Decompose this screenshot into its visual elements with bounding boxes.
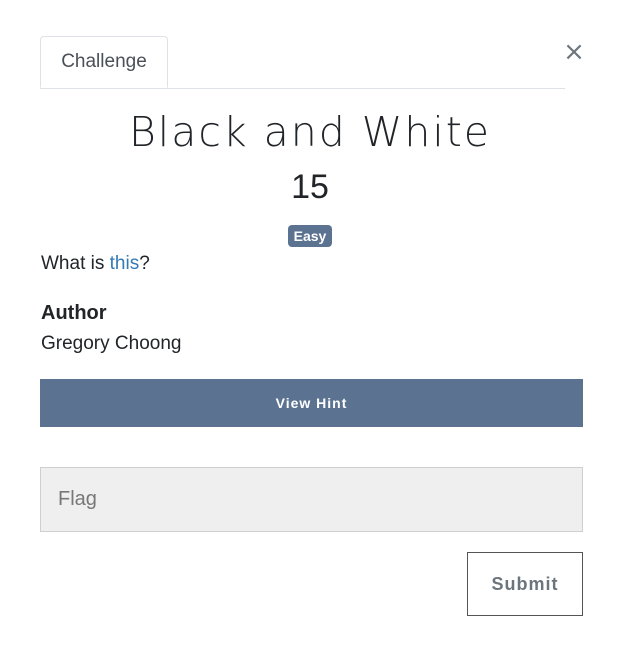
author-name: Gregory Choong: [41, 333, 182, 354]
description-suffix: ?: [139, 253, 150, 274]
difficulty-badge: Easy: [287, 225, 333, 247]
description-link[interactable]: this: [110, 253, 140, 274]
difficulty-badge-wrap: Easy: [0, 225, 620, 247]
challenge-modal: Challenge × Black and White 15 Easy What…: [0, 0, 620, 671]
challenge-description: What is this?: [41, 253, 150, 275]
challenge-title: Black and White: [128, 108, 492, 156]
description-prefix: What is: [41, 253, 110, 274]
author-label: Author: [41, 302, 107, 324]
tab-challenge[interactable]: Challenge: [40, 36, 168, 88]
submit-button[interactable]: Submit: [467, 552, 583, 616]
close-icon[interactable]: ×: [562, 38, 586, 66]
challenge-points: 15: [291, 168, 329, 206]
tab-bar: Challenge: [40, 36, 565, 89]
flag-input[interactable]: [40, 467, 583, 532]
view-hint-button[interactable]: View Hint: [40, 379, 583, 427]
